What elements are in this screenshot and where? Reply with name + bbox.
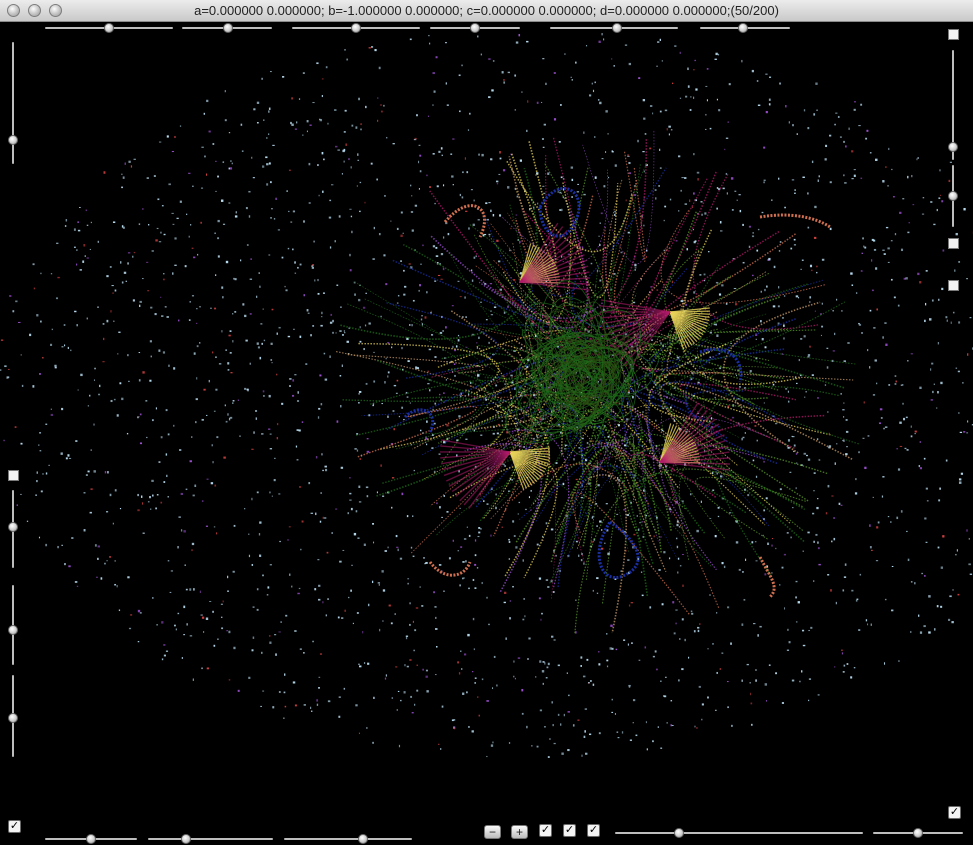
left-slider-2[interactable] bbox=[8, 490, 18, 568]
top-slider-4[interactable] bbox=[430, 23, 520, 33]
right-square-button-2[interactable] bbox=[948, 238, 959, 249]
window-titlebar: a=0.000000 0.000000; b=-1.000000 0.00000… bbox=[0, 0, 973, 22]
fractal-render-canvas[interactable] bbox=[0, 22, 973, 845]
bottom-slider-4[interactable] bbox=[615, 828, 863, 838]
zoom-out-button[interactable]: − bbox=[484, 825, 501, 839]
bottom-left-checkbox[interactable]: ✓ bbox=[8, 820, 21, 833]
bottom-slider-5[interactable] bbox=[873, 828, 963, 838]
top-slider-6[interactable] bbox=[700, 23, 790, 33]
bottom-slider-3[interactable] bbox=[284, 834, 412, 844]
top-slider-1[interactable] bbox=[45, 23, 173, 33]
bottom-slider-2[interactable] bbox=[148, 834, 273, 844]
window-title: a=0.000000 0.000000; b=-1.000000 0.00000… bbox=[194, 3, 779, 18]
right-checkbox[interactable]: ✓ bbox=[948, 806, 961, 819]
bottom-checkbox-3[interactable]: ✓ bbox=[587, 824, 600, 837]
bottom-checkbox-1[interactable]: ✓ bbox=[539, 824, 552, 837]
top-slider-2[interactable] bbox=[182, 23, 272, 33]
top-slider-5[interactable] bbox=[550, 23, 678, 33]
right-square-button-1[interactable] bbox=[948, 29, 959, 40]
right-slider-2[interactable] bbox=[948, 165, 958, 227]
left-slider-1[interactable] bbox=[8, 42, 18, 164]
right-square-button-3[interactable] bbox=[948, 280, 959, 291]
left-slider-4[interactable] bbox=[8, 675, 18, 757]
bottom-checkbox-2[interactable]: ✓ bbox=[563, 824, 576, 837]
left-slider-3[interactable] bbox=[8, 585, 18, 665]
bottom-slider-1[interactable] bbox=[45, 834, 137, 844]
right-slider-1[interactable] bbox=[948, 50, 958, 160]
julia-set-visualization bbox=[0, 33, 973, 758]
zoom-in-button[interactable]: + bbox=[511, 825, 528, 839]
left-square-button[interactable] bbox=[8, 470, 19, 481]
top-slider-3[interactable] bbox=[292, 23, 420, 33]
